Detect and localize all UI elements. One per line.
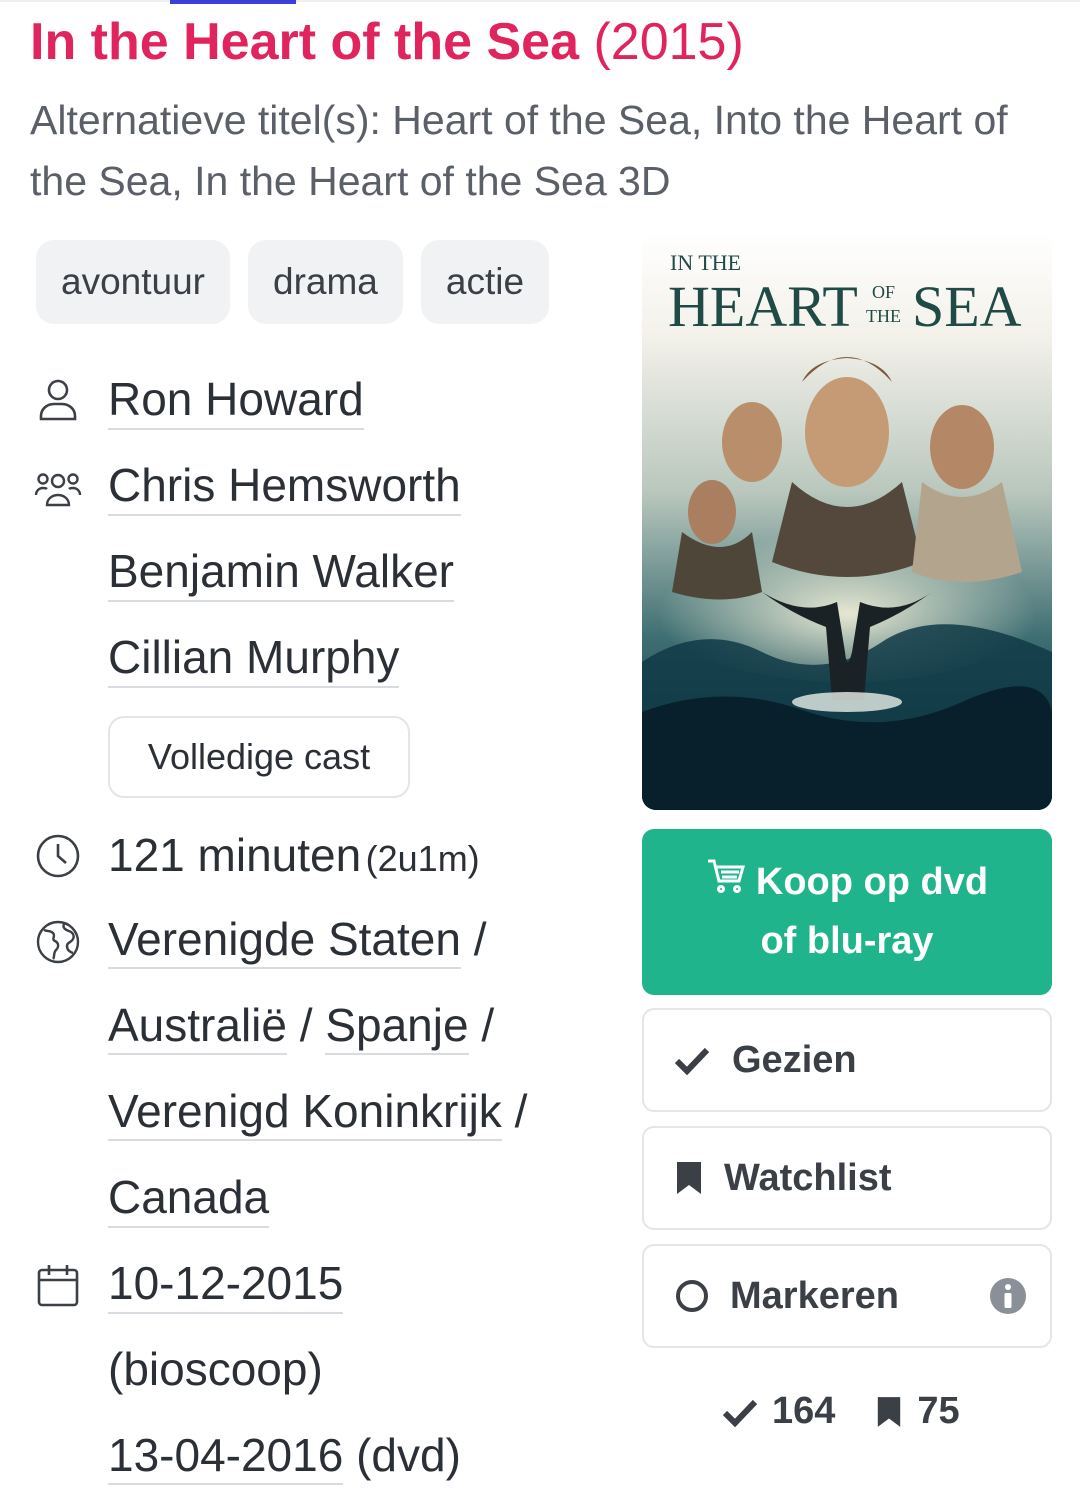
country-link[interactable]: Spanje	[325, 999, 469, 1055]
runtime-short: (2u1m)	[365, 838, 480, 879]
seen-button[interactable]: Gezien	[642, 1008, 1052, 1112]
cinema-release-label: (bioscoop)	[108, 1343, 323, 1395]
seen-count: 164	[772, 1390, 836, 1432]
genre-list: avontuur drama actie	[36, 240, 550, 324]
country-link[interactable]: Verenigde Staten	[108, 913, 461, 969]
cast-link[interactable]: Chris Hemsworth	[108, 458, 461, 516]
clock-icon	[34, 832, 82, 880]
poster-title-heart: HEART	[668, 274, 858, 339]
calendar-icon	[34, 1262, 82, 1310]
stats-row: 164 75	[722, 1390, 960, 1433]
movie-poster[interactable]: IN THE HEART OF THE SEA	[642, 232, 1052, 810]
active-tab-indicator	[170, 0, 296, 4]
movie-title: In the Heart of the Sea	[30, 13, 579, 71]
watchlist-label: Watchlist	[724, 1156, 892, 1199]
dvd-release-line: 13-04-2016 (dvd)	[108, 1428, 461, 1485]
mark-button[interactable]: Markeren	[642, 1244, 1052, 1348]
country-link[interactable]: Canada	[108, 1170, 270, 1228]
full-cast-button[interactable]: Volledige cast	[108, 716, 410, 798]
page-title: In the Heart of the Sea (2015)	[30, 10, 744, 74]
movie-year: (2015)	[593, 13, 744, 71]
poster-artwork: IN THE HEART OF THE SEA	[642, 232, 1052, 810]
cart-icon	[706, 853, 746, 912]
check-icon	[674, 1045, 710, 1075]
country-line: Verenigd Koninkrijk /	[108, 1084, 528, 1141]
cast-link[interactable]: Benjamin Walker	[108, 544, 454, 602]
director-link[interactable]: Ron Howard	[108, 372, 364, 430]
poster-title-sea: SEA	[912, 274, 1022, 339]
separator: /	[514, 1085, 528, 1137]
bookmark-icon	[875, 1395, 903, 1429]
genre-tag[interactable]: actie	[420, 240, 550, 324]
cinema-release-date[interactable]: 10-12-2015	[108, 1256, 344, 1314]
country-link[interactable]: Australië	[108, 999, 287, 1055]
buy-label-2: of blu-ray	[760, 920, 934, 962]
cast-link[interactable]: Cillian Murphy	[108, 630, 400, 688]
watchlist-count: 75	[917, 1390, 960, 1432]
watchlist-button[interactable]: Watchlist	[642, 1126, 1052, 1230]
buy-line-1: Koop op dvd	[706, 853, 988, 912]
runtime-text: 121 minuten (2u1m)	[108, 828, 480, 882]
dvd-release-label: (dvd)	[356, 1429, 461, 1481]
genre-tag[interactable]: drama	[248, 240, 403, 324]
seen-label: Gezien	[732, 1038, 857, 1081]
globe-icon	[34, 918, 82, 966]
buy-dvd-button[interactable]: Koop op dvd of blu-ray	[642, 829, 1052, 995]
buy-label-1: Koop op dvd	[755, 861, 989, 903]
info-icon[interactable]	[988, 1276, 1028, 1316]
country-line: Australië / Spanje /	[108, 998, 495, 1055]
check-icon	[722, 1397, 758, 1427]
genre-tag[interactable]: avontuur	[36, 240, 230, 324]
separator: /	[481, 999, 495, 1051]
runtime-minutes: 121 minuten	[108, 829, 362, 881]
poster-title-small: IN THE	[670, 250, 741, 275]
separator: /	[473, 913, 487, 965]
top-divider	[0, 0, 1080, 2]
bookmark-icon	[674, 1160, 704, 1196]
mark-label: Markeren	[730, 1274, 899, 1317]
country-link[interactable]: Verenigd Koninkrijk	[108, 1085, 502, 1141]
circle-icon	[674, 1278, 710, 1314]
group-icon	[34, 464, 82, 512]
alternative-titles: Alternatieve titel(s): Heart of the Sea,…	[30, 97, 1008, 204]
separator: /	[299, 999, 313, 1051]
poster-title-the: THE	[866, 306, 901, 326]
country-line: Verenigde Staten /	[108, 912, 487, 969]
poster-title-of: OF	[872, 282, 895, 302]
person-icon	[34, 376, 82, 424]
dvd-release-date[interactable]: 13-04-2016	[108, 1429, 344, 1485]
